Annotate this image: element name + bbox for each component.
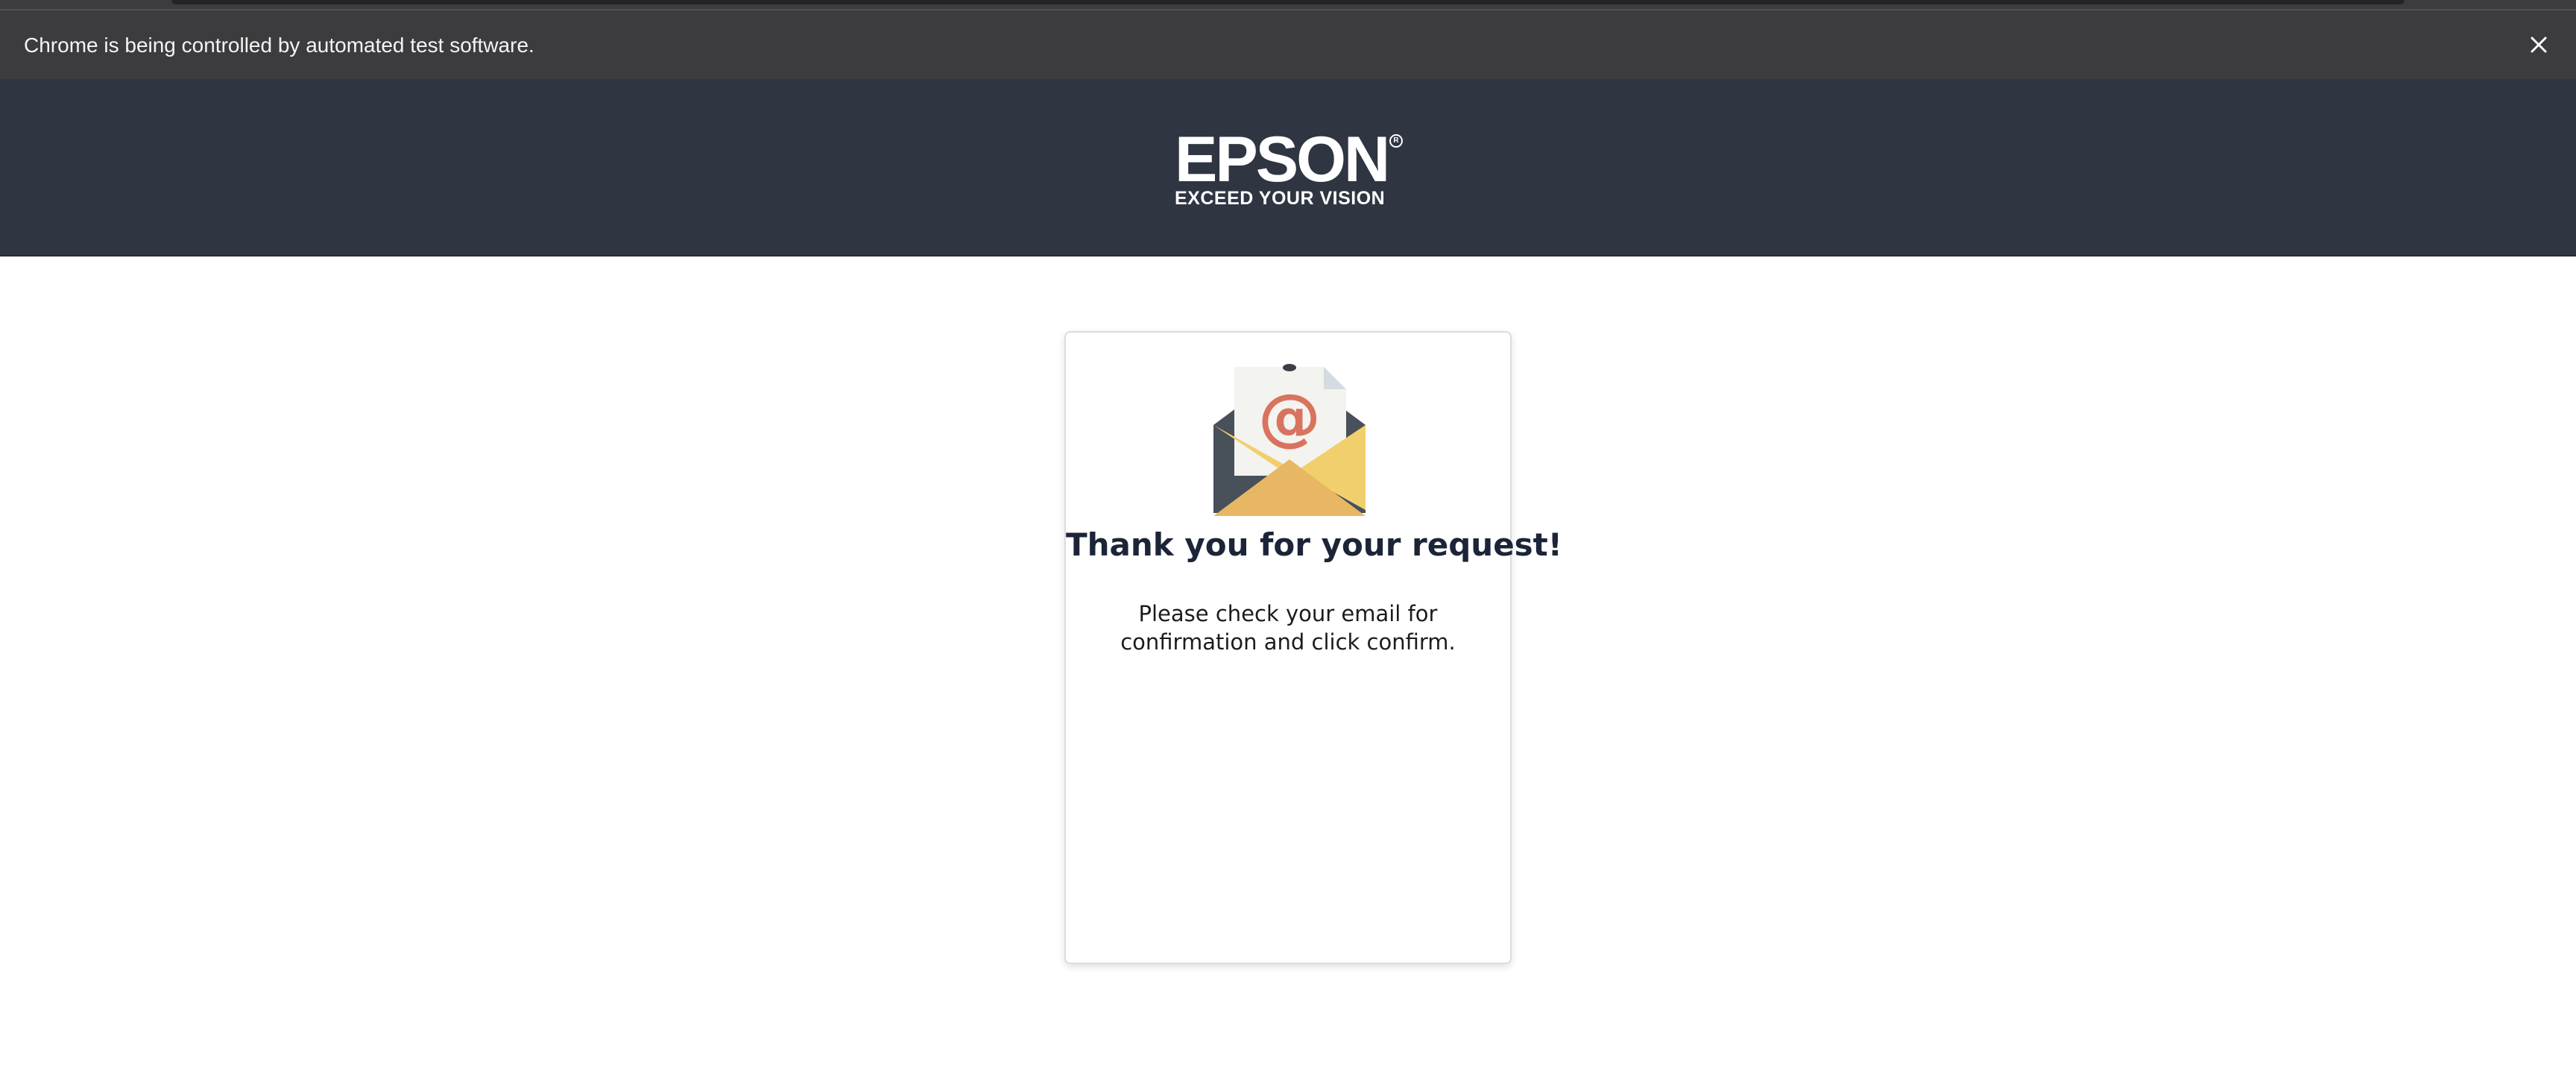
epson-logo[interactable]: EPSON R EXCEED YOUR VISION <box>1172 124 1403 210</box>
logo-tagline: EXCEED YOUR VISION <box>1175 188 1386 209</box>
automation-notice-text: Chrome is being controlled by automated … <box>24 34 534 57</box>
automation-infobar: Chrome is being controlled by automated … <box>0 9 2576 79</box>
envelope-email-icon: @ <box>1212 364 1367 519</box>
browser-tab-edge <box>171 0 2405 4</box>
at-symbol: @ <box>1258 380 1321 453</box>
confirmation-title: Thank you for your request! <box>1066 526 1562 563</box>
logo-wordmark: EPSON <box>1175 124 1390 195</box>
close-icon[interactable] <box>2529 35 2548 54</box>
site-header: EPSON R EXCEED YOUR VISION <box>0 79 2576 257</box>
registered-trademark-icon: R <box>1389 134 1403 148</box>
confirmation-message-text: Please check your email for confirmation… <box>1120 601 1456 655</box>
confirmation-message: Please check your email for confirmation… <box>1066 599 1510 656</box>
confirmation-card: @ Thank you for your request! Please che… <box>1064 331 1562 964</box>
close-infobar-button[interactable] <box>2524 30 2554 60</box>
browser-top-strip <box>0 0 2576 9</box>
